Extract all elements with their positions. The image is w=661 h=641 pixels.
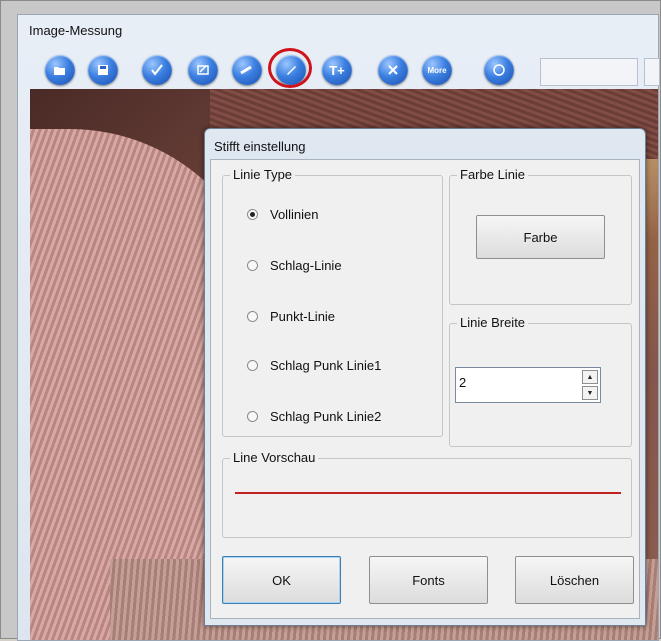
line-type-legend: Linie Type [230,167,296,182]
radio-label: Punkt-Linie [270,309,336,324]
line-type-group: Linie Type Vollinien Schlag-Linie Punkt-… [222,167,443,437]
line-width-value: 2 [459,375,467,390]
check-icon[interactable] [142,55,172,85]
spin-down-button[interactable]: ▼ [582,386,598,400]
open-icon[interactable] [45,55,75,85]
line-width-group: Linie Breite 2 ▲ ▼ [449,315,632,447]
radio-button[interactable] [247,260,258,271]
text-add-icon[interactable]: T+ [322,55,352,85]
pen-settings-dialog: Stifft einstellung Linie Type Vollinien … [204,128,646,626]
line-width-legend: Linie Breite [457,315,529,330]
toolbar: T+ More [18,48,660,91]
radio-punkt-linie[interactable]: Punkt-Linie [247,309,335,324]
more-glyph: More [427,65,447,75]
radio-button[interactable] [247,360,258,371]
dialog-title: Stifft einstellung [214,139,306,154]
radio-button[interactable] [247,311,258,322]
line-preview-legend: Line Vorschau [230,450,319,465]
radio-schlag-linie[interactable]: Schlag-Linie [247,258,342,273]
spin-up-button[interactable]: ▲ [582,370,598,384]
toolbar-field-1[interactable] [540,58,638,86]
text-add-glyph: T+ [329,62,345,78]
line-color-group: Farbe Linie Farbe [449,167,632,305]
zoom-icon[interactable] [484,55,514,85]
line-width-spinner: ▲ ▼ [582,370,598,400]
line-preview [235,492,621,494]
radio-label: Schlag-Linie [270,258,342,273]
ruler-icon[interactable] [232,55,262,85]
radio-label: Vollinien [270,207,319,222]
radio-vollinien[interactable]: Vollinien [247,207,318,222]
radio-button[interactable] [247,411,258,422]
save-icon[interactable] [88,55,118,85]
edit-box-icon[interactable] [188,55,218,85]
ok-button[interactable]: OK [222,556,341,604]
radio-label: Schlag Punk Linie1 [270,358,382,373]
line-color-legend: Farbe Linie [457,167,529,182]
highlight-circle [268,48,312,88]
dialog-body: Linie Type Vollinien Schlag-Linie Punkt-… [210,159,640,619]
color-button[interactable]: Farbe [476,215,605,259]
radio-schlag-punk-linie2[interactable]: Schlag Punk Linie2 [247,409,381,424]
radio-label: Schlag Punk Linie2 [270,409,382,424]
delete-icon[interactable] [378,55,408,85]
delete-button[interactable]: Löschen [515,556,634,604]
line-preview-group: Line Vorschau [222,450,632,538]
toolbar-field-2[interactable] [644,58,660,86]
fonts-button[interactable]: Fonts [369,556,488,604]
line-width-input[interactable]: 2 ▲ ▼ [455,367,601,403]
app-title: Image-Messung [29,23,123,38]
more-icon[interactable]: More [422,55,452,85]
radio-schlag-punk-linie1[interactable]: Schlag Punk Linie1 [247,358,381,373]
radio-button[interactable] [247,209,258,220]
